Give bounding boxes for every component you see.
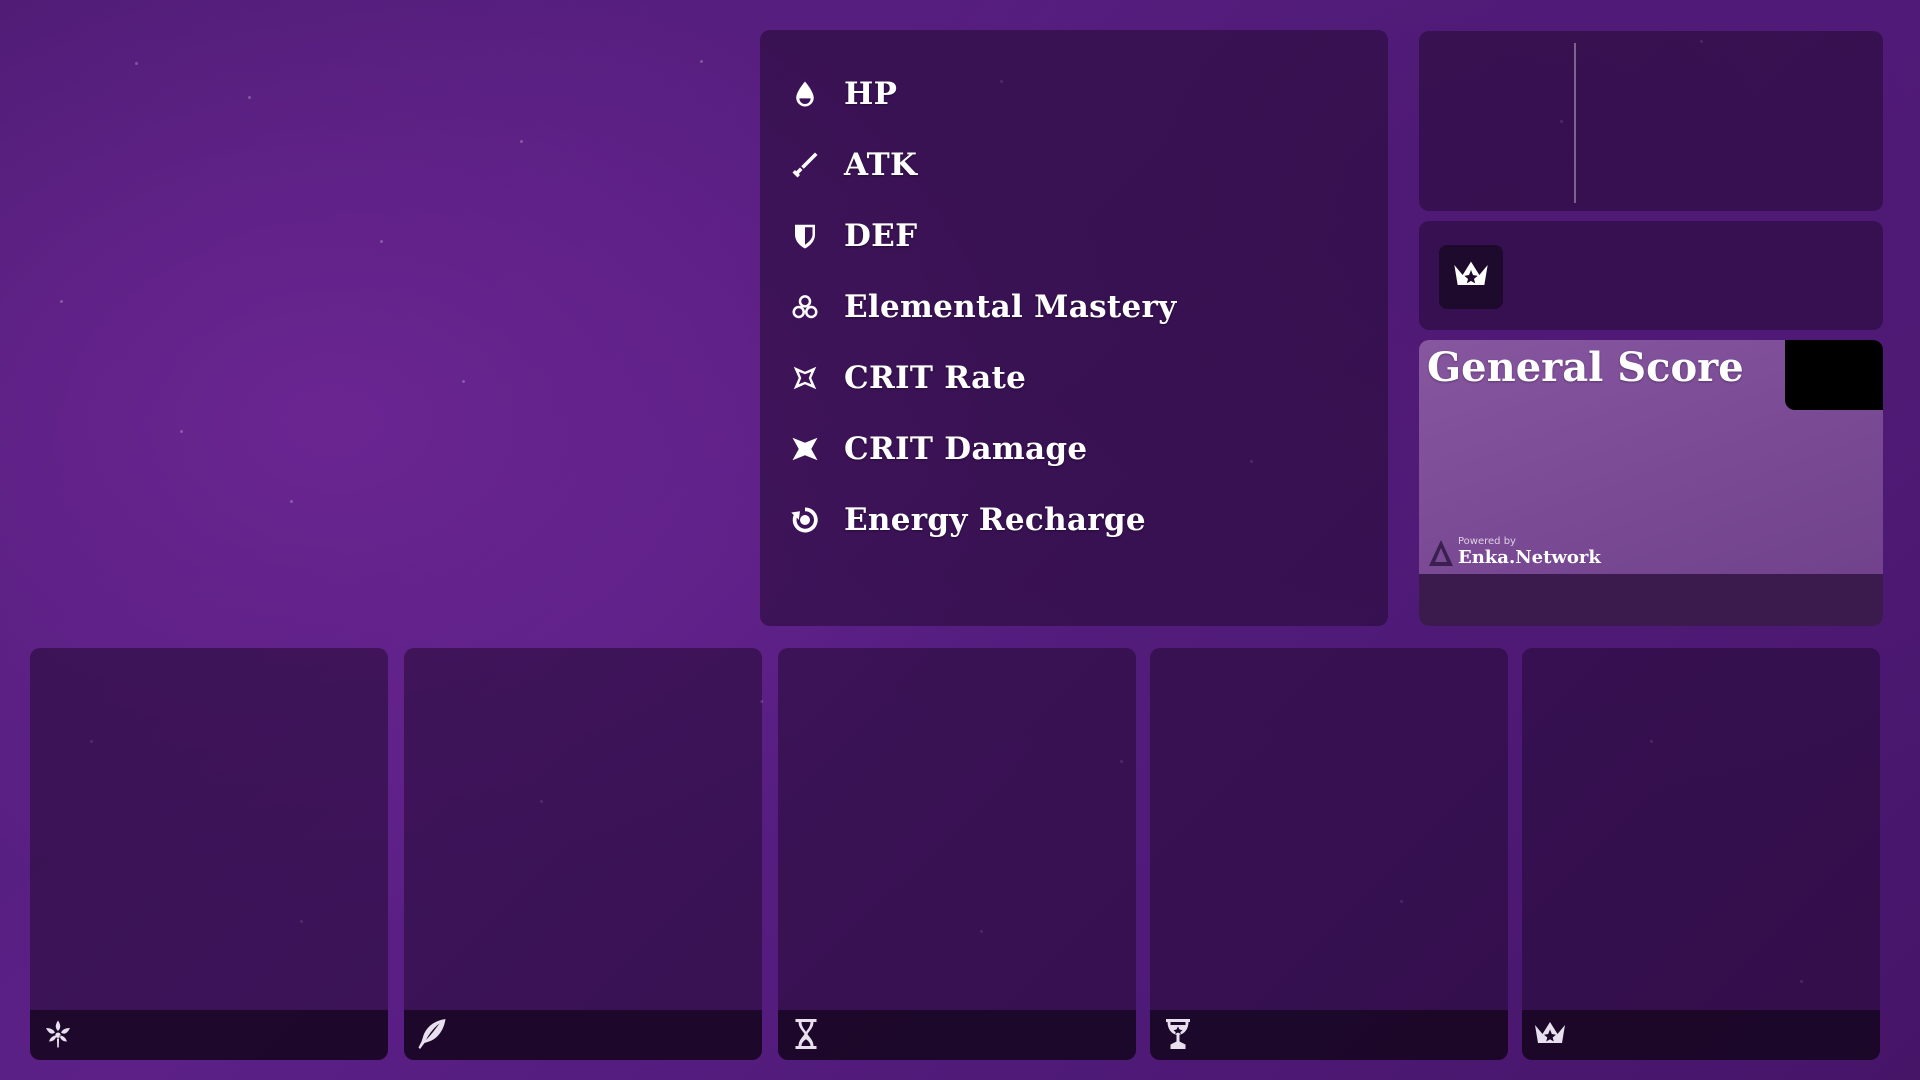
powered-by-enka[interactable]: Powered by Enka.Network — [1427, 536, 1601, 568]
atk-sword-icon — [790, 150, 820, 180]
artifact-card-sands — [778, 648, 1136, 1060]
flower-icon — [40, 1016, 76, 1052]
def-shield-icon — [790, 221, 820, 251]
stats-panel: HP ATK DEF Elemental Mastery CRIT Rate C… — [760, 30, 1388, 626]
stat-label-elemental-mastery: Elemental Mastery — [844, 288, 1177, 325]
stat-row-crit-rate: CRIT Rate — [760, 342, 1388, 413]
stat-row-elemental-mastery: Elemental Mastery — [760, 271, 1388, 342]
artifact-card-footer — [1150, 1010, 1508, 1060]
sands-hourglass-icon — [788, 1016, 824, 1052]
artifact-card-goblet — [1150, 648, 1508, 1060]
enka-logo-icon — [1427, 538, 1455, 568]
artifact-card-footer — [1522, 1010, 1880, 1060]
general-score-panel: General Score Powered by Enka.Network — [1419, 340, 1883, 626]
hp-drop-icon — [790, 79, 820, 109]
stat-label-crit-rate: CRIT Rate — [844, 359, 1027, 396]
stat-row-crit-damage: CRIT Damage — [760, 413, 1388, 484]
set-bonus-panel — [1419, 221, 1883, 330]
set-bonus-icon-box — [1439, 245, 1503, 309]
circlet-icon — [1532, 1016, 1568, 1052]
stat-label-def: DEF — [844, 217, 918, 254]
stat-row-atk: ATK — [760, 129, 1388, 200]
stat-row-hp: HP — [760, 58, 1388, 129]
crit-damage-icon — [790, 434, 820, 464]
general-score-title: General Score — [1427, 344, 1744, 391]
artifact-card-plume — [404, 648, 762, 1060]
stat-label-energy-recharge: Energy Recharge — [844, 501, 1146, 538]
artifact-card-footer — [404, 1010, 762, 1060]
artifact-card-footer — [778, 1010, 1136, 1060]
stat-row-def: DEF — [760, 200, 1388, 271]
score-footer-bar — [1419, 574, 1883, 626]
plume-icon — [414, 1016, 450, 1052]
vertical-divider — [1574, 43, 1576, 203]
crit-rate-icon — [790, 363, 820, 393]
artifact-card-flower — [30, 648, 388, 1060]
score-rank-box — [1785, 340, 1883, 410]
stat-label-atk: ATK — [844, 146, 918, 183]
stat-label-crit-damage: CRIT Damage — [844, 430, 1088, 467]
artifact-card-footer — [30, 1010, 388, 1060]
stat-row-energy-recharge: Energy Recharge — [760, 484, 1388, 555]
energy-recharge-icon — [790, 505, 820, 535]
top-right-panel — [1419, 31, 1883, 211]
goblet-icon — [1160, 1016, 1196, 1052]
enka-network-brand: Enka.Network — [1458, 547, 1601, 568]
circlet-crown-icon — [1451, 255, 1491, 299]
artifact-card-circlet — [1522, 648, 1880, 1060]
stat-label-hp: HP — [844, 75, 898, 112]
elemental-mastery-icon — [790, 292, 820, 322]
